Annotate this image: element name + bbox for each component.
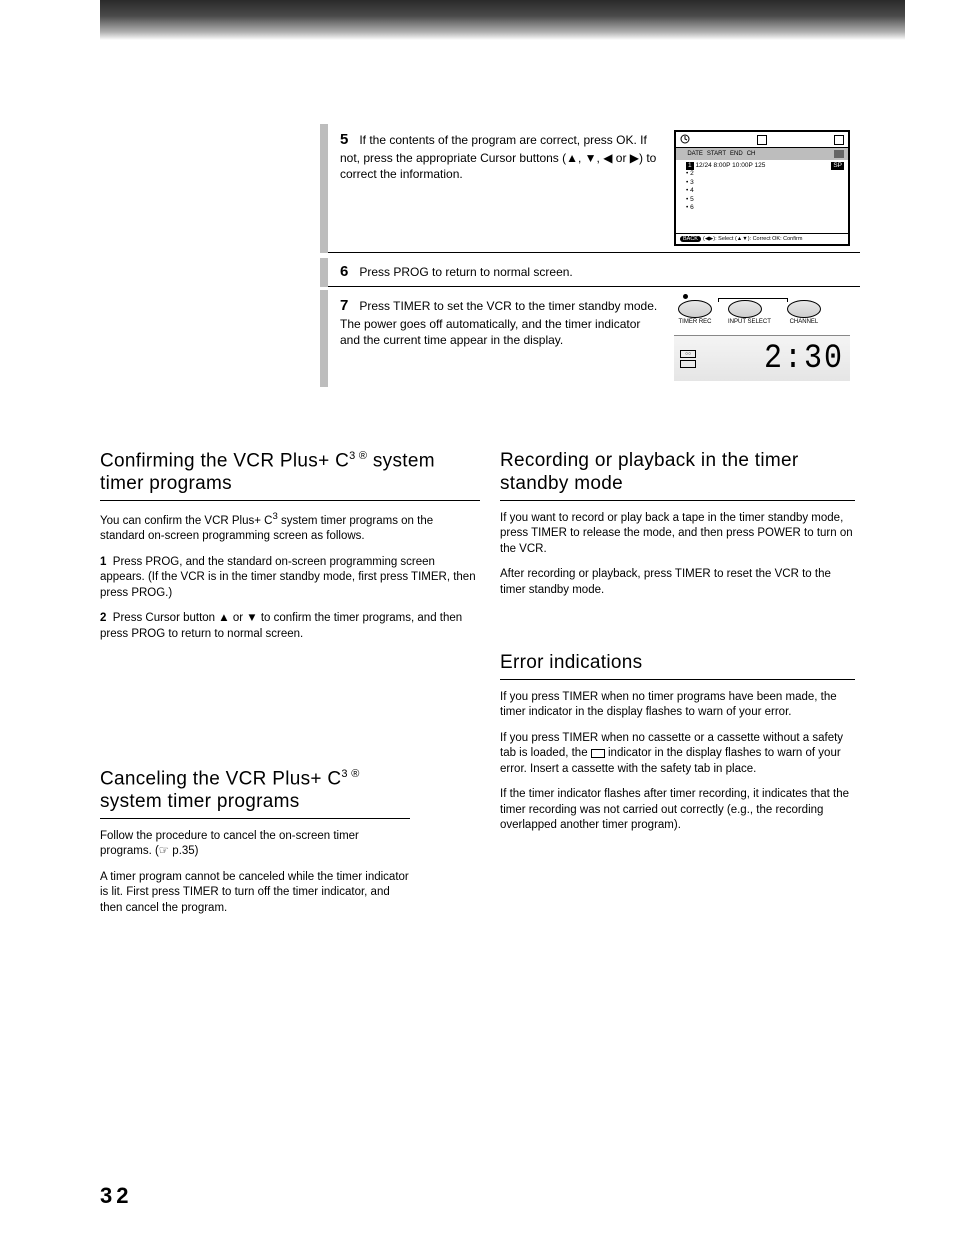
confirm-step1: 1 Press PROG, and the standard on-screen… — [100, 555, 480, 602]
section-recplay: Recording or playback in the timer stand… — [500, 450, 855, 608]
step-5-body: If the contents of the program are corre… — [340, 133, 656, 181]
confirm-intro: You can confirm the VCR Plus+ C3 system … — [100, 511, 480, 545]
step-6-number: 6 — [340, 262, 356, 282]
errors-p2: If you press TIMER when no cassette or a… — [500, 731, 855, 778]
step-5-row: 5 If the contents of the program are cor… — [320, 124, 860, 253]
osd-footer: BACK (◀▶): Select (▲▼): Correct OK: Conf… — [676, 233, 848, 242]
errors-p3: If the timer indicator flashes after tim… — [500, 787, 855, 834]
section-confirm-title: Confirming the VCR Plus+ C3 ® system tim… — [100, 450, 480, 501]
cassette-inline-icon — [591, 749, 605, 758]
step-7-number: 7 — [340, 296, 356, 316]
step-6-body: Press PROG to return to normal screen. — [359, 265, 572, 279]
clock-icon — [680, 134, 690, 146]
section-cancel: Canceling the VCR Plus+ C3 ® system time… — [100, 768, 410, 927]
channel-button-icon — [787, 300, 821, 318]
step-6-row: 6 Press PROG to return to normal screen. — [320, 258, 860, 287]
osd-screen-step5: 0 DATE START END CH 1 12/24 8:00P 10:00P… — [674, 130, 850, 246]
step-7-body: Press TIMER to set the VCR to the timer … — [340, 299, 657, 347]
recplay-p1: If you want to record or play back a tap… — [500, 511, 855, 558]
section-confirm: Confirming the VCR Plus+ C3 ® system tim… — [100, 450, 480, 652]
step-7-row: 7 Press TIMER to set the VCR to the time… — [320, 290, 860, 387]
cancel-p2: A timer program cannot be canceled while… — [100, 870, 410, 917]
section-errors: Error indications If you press TIMER whe… — [500, 652, 855, 844]
osd-col-headers: 0 DATE START END CH — [676, 148, 848, 160]
cancel-p1: Follow the procedure to cancel the on-sc… — [100, 829, 410, 860]
errors-p1: If you press TIMER when no timer program… — [500, 690, 855, 721]
vcr-clock-readout: 2:30 — [764, 339, 844, 378]
cassette-reel-icon: ○○ — [680, 350, 696, 358]
calendar-icon — [757, 135, 767, 145]
osd-row-highlight: 1 — [686, 162, 694, 170]
input-select-button-icon — [728, 300, 762, 318]
step-5-number: 5 — [340, 130, 356, 150]
step-5-text: 5 If the contents of the program are cor… — [340, 130, 660, 246]
timer-rec-button-icon — [678, 300, 712, 318]
step-7-text: 7 Press TIMER to set the VCR to the time… — [340, 296, 660, 381]
vcr-front-panel: TIMER REC INPUT SELECT CHANNEL ○○ 2:30 — [674, 296, 850, 381]
header-gradient-bar — [100, 0, 905, 40]
section-recplay-title: Recording or playback in the timer stand… — [500, 450, 855, 501]
page-number: 32 — [100, 1183, 132, 1209]
vcr-display: ○○ 2:30 — [674, 335, 850, 381]
cassette-body-icon — [680, 360, 696, 368]
section-errors-title: Error indications — [500, 652, 855, 680]
save-icon — [834, 135, 844, 145]
section-cancel-title: Canceling the VCR Plus+ C3 ® system time… — [100, 768, 410, 819]
recplay-p2: After recording or playback, press TIMER… — [500, 567, 855, 598]
confirm-step2: 2 Press Cursor button ▲ or ▼ to confirm … — [100, 611, 480, 642]
osd-program-list: 1 12/24 8:00P 10:00P 125 SP 2 3 4 5 6 — [676, 160, 848, 213]
step-6-text: 6 Press PROG to return to normal screen. — [340, 262, 850, 282]
scrollbar-icon — [834, 150, 844, 158]
